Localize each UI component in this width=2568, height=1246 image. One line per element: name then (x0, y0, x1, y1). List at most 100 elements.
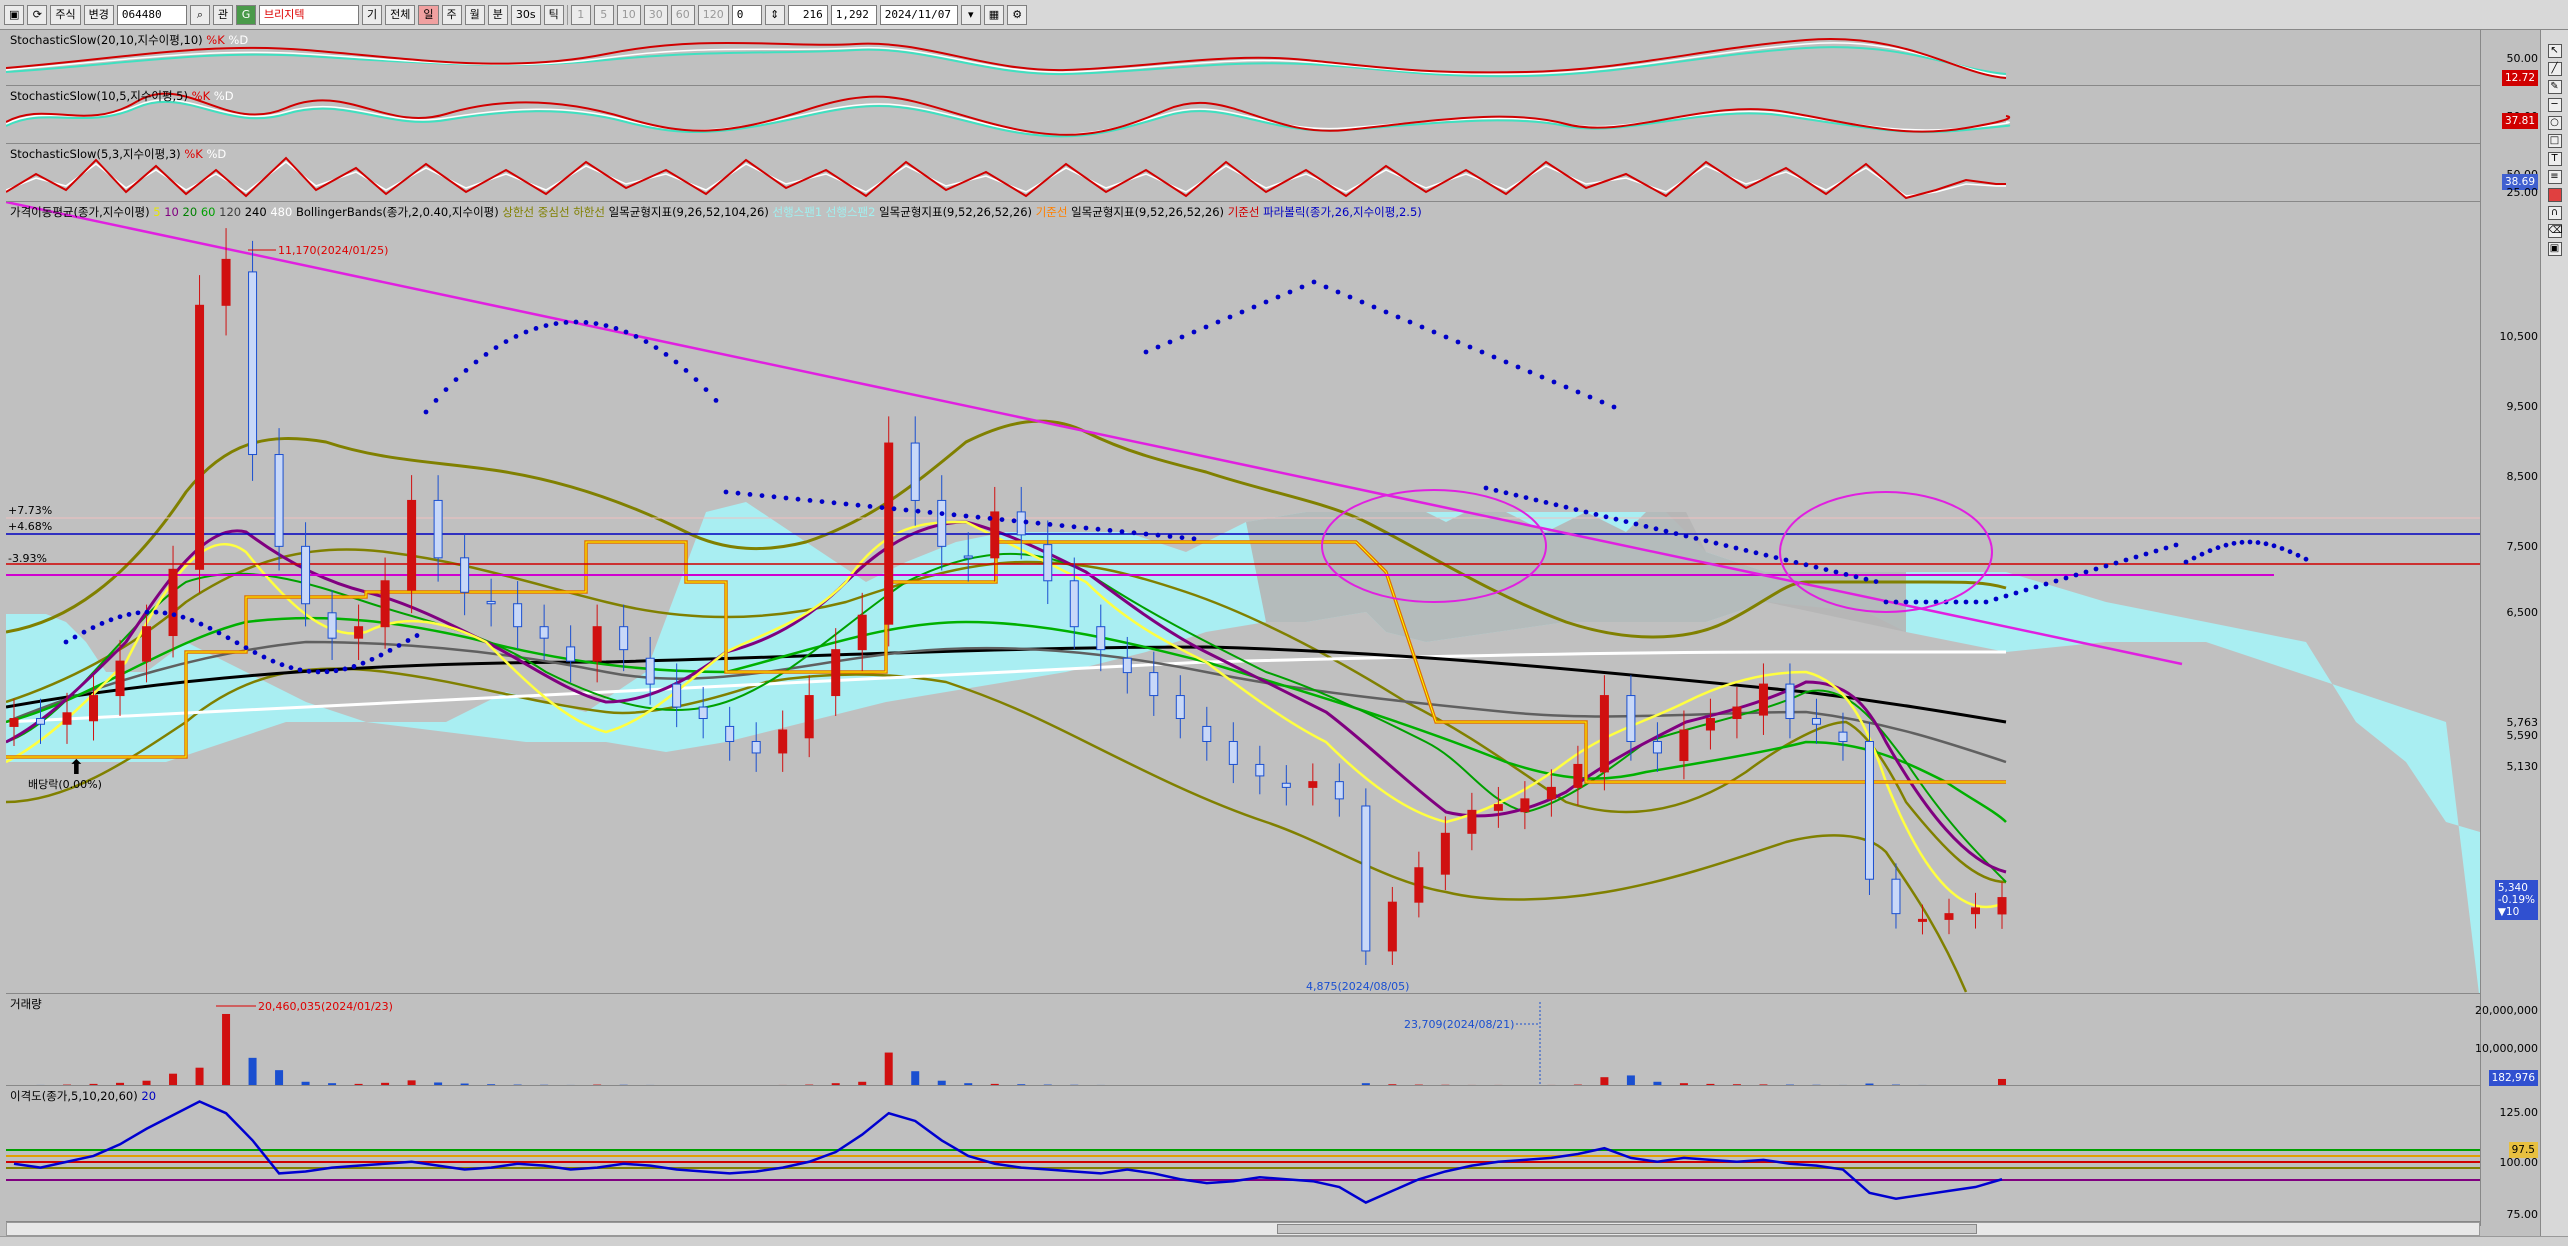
price-legend-item: 상한선 (502, 205, 538, 219)
all-button[interactable]: 전체 (385, 4, 416, 25)
rect-tool-icon[interactable]: □ (2547, 134, 2562, 148)
interval-input[interactable]: 0 (731, 4, 762, 25)
day-button[interactable]: 일 (418, 4, 439, 25)
candle-body (1122, 657, 1132, 674)
candle-body (1546, 786, 1556, 800)
minute-button[interactable]: 분 (487, 4, 508, 25)
volume-panel[interactable]: 거래량 20,460,035(2024/01/23) 23,709(2024/0… (6, 994, 2480, 1086)
change-button[interactable]: 변경 (83, 4, 114, 25)
psar-dot (1275, 294, 1281, 300)
volume-bar (222, 1013, 231, 1085)
eraser-tool-icon[interactable]: ⌫ (2547, 224, 2563, 238)
candle-body (1573, 763, 1583, 788)
info-icon[interactable]: 관 (212, 4, 234, 25)
stochastic-panel-1[interactable]: StochasticSlow(20,10,지수이평,10) %K %D (6, 30, 2480, 86)
market-select[interactable]: 주식 (50, 4, 81, 25)
candle-body (1493, 804, 1503, 811)
month-button[interactable]: 월 (464, 4, 485, 25)
dropdown-icon[interactable]: ▾ (960, 4, 981, 25)
psar-dot (297, 667, 303, 673)
tick-button[interactable]: 틱 (543, 4, 564, 25)
chart-menu-icon[interactable]: ▣ (4, 4, 25, 25)
psar-dot (2287, 549, 2293, 555)
psar-dot (1923, 599, 1929, 605)
psar-dot (855, 502, 861, 508)
psar-dot (351, 663, 357, 669)
spin-icon[interactable]: ⇕ (764, 4, 785, 25)
dividend-arrow-icon: ⬆ (68, 755, 85, 779)
fibo-tool-icon[interactable]: ≡ (2547, 170, 2562, 184)
psar-dot (2163, 545, 2169, 551)
psar-dot (819, 499, 825, 504)
candle-body (1520, 798, 1530, 813)
psar-dot (2053, 578, 2059, 584)
stochastic-3-d: %D (206, 147, 227, 161)
bar-count-input[interactable]: 216 (787, 4, 828, 25)
psar-dot (396, 643, 402, 648)
cursor-tool-icon[interactable]: ↖ (2547, 44, 2562, 58)
stock-name-field: 브리지텍 (259, 4, 360, 25)
psar-dot (1713, 540, 1719, 546)
color-tool-icon[interactable] (2547, 188, 2562, 202)
horizontal-line-tool-icon[interactable]: ─ (2547, 98, 2562, 112)
interval-30-button[interactable]: 30 (643, 4, 668, 25)
psar-dot (999, 517, 1005, 522)
stochastic-panel-2[interactable]: StochasticSlow(10,5,지수이평,5) %K %D (6, 86, 2480, 144)
candle-body (1096, 626, 1106, 651)
stoch3-tick-low: 25.00 (2506, 186, 2539, 199)
magnet-tool-icon[interactable]: ∩ (2547, 206, 2562, 220)
volume-bar (169, 1073, 178, 1085)
psar-dot (759, 493, 765, 498)
candle-body (486, 600, 496, 605)
period-button[interactable]: 기 (362, 4, 383, 25)
text-tool-icon[interactable]: T (2547, 152, 2562, 166)
week-button[interactable]: 주 (441, 4, 462, 25)
candle-body (1838, 731, 1848, 742)
stochastic-panel-3[interactable]: StochasticSlow(5,3,지수이평,3) %K %D (6, 144, 2480, 202)
disparity-panel[interactable]: 이격도(종가,5,10,20,60) 20 (6, 1086, 2480, 1222)
interval-120-button[interactable]: 120 (697, 4, 729, 25)
candle-body (248, 271, 258, 456)
candle-body (115, 660, 125, 697)
line-tool-icon[interactable]: ╱ (2547, 62, 2562, 76)
circle-tool-icon[interactable]: ○ (2547, 116, 2562, 130)
psar-dot (2143, 551, 2149, 557)
psar-dot (1311, 279, 1317, 285)
horizontal-scrollbar[interactable] (6, 1222, 2480, 1236)
price-tick: 8,500 (2506, 470, 2539, 483)
price-axis[interactable]: 50.00 12.72 50.00 37.81 50.00 38.69 25.0… (2475, 30, 2540, 1226)
psar-dot (1239, 309, 1245, 315)
interval-5-button[interactable]: 5 (593, 4, 614, 25)
psar-dot (1107, 528, 1113, 533)
calendar-icon[interactable]: ▦ (983, 4, 1005, 25)
psar-dot (1833, 569, 1839, 575)
stock-code-input[interactable]: 064480 (116, 4, 187, 25)
psar-dot (108, 617, 114, 623)
psar-dot (1251, 304, 1257, 310)
psar-dot (653, 345, 659, 350)
psar-dot (723, 489, 729, 495)
psar-dot (1613, 516, 1619, 522)
price-panel[interactable]: 가격이동평균(종가,지수이평) 5 10 20 60 120 240 480 B… (6, 202, 2480, 994)
psar-dot (2033, 584, 2039, 590)
psar-dot (915, 508, 921, 514)
lock-tool-icon[interactable]: ▣ (2547, 242, 2562, 256)
psar-dot (1913, 599, 1919, 605)
scrollbar-thumb[interactable] (1277, 1224, 1977, 1234)
settings-icon[interactable]: ⚙ (1007, 4, 1028, 25)
sec30-button[interactable]: 30s (510, 4, 541, 25)
interval-1-button[interactable]: 1 (570, 4, 591, 25)
search-icon[interactable]: ⌕ (189, 4, 210, 25)
candle-body (778, 729, 788, 754)
pen-tool-icon[interactable]: ✎ (2547, 80, 2562, 94)
date-input[interactable]: 2024/11/07 (879, 4, 958, 25)
candle-body (1043, 544, 1053, 582)
psar-dot (1059, 523, 1065, 528)
volume-badge: 182,976 (2488, 1070, 2538, 1086)
interval-10-button[interactable]: 10 (616, 4, 641, 25)
psar-dot (2103, 563, 2109, 569)
refresh-icon[interactable]: ⟳ (27, 4, 48, 25)
psar-dot (270, 658, 276, 664)
interval-60-button[interactable]: 60 (670, 4, 695, 25)
candle-body (1811, 718, 1821, 725)
